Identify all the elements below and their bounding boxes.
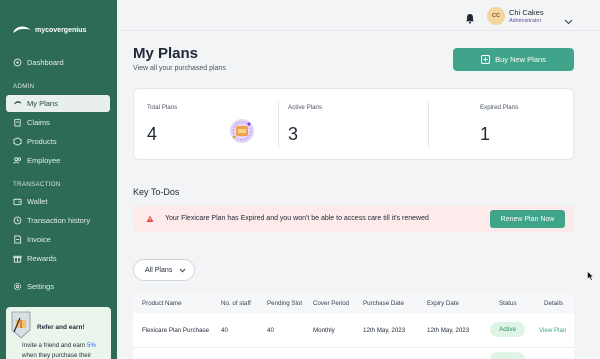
sidebar-item-label: Claims — [27, 118, 50, 127]
notification-bell-icon[interactable] — [465, 11, 475, 29]
gift-badge-icon — [11, 311, 31, 339]
column-header: No. of staff — [221, 300, 251, 307]
gift-icon — [13, 254, 22, 263]
active-plans-label: Active Plans — [288, 104, 323, 111]
section-label-transaction: TRANSACTION — [13, 181, 61, 188]
refer-title: Refer and earn! — [37, 324, 85, 331]
refer-text-prefix: Invite a friend and earn — [22, 342, 88, 349]
column-header: Cover Period — [313, 300, 350, 307]
total-plans-value: 4 — [147, 124, 158, 144]
buy-new-plans-button[interactable]: Buy New Plans — [453, 48, 574, 71]
cell-product: Flexicare Plan Purchase — [142, 327, 210, 334]
sidebar-item-invoice[interactable]: Invoice — [6, 231, 110, 248]
cell-purchase-date: 12th May, 2023 — [363, 327, 406, 334]
page-title: My Plans — [133, 45, 199, 62]
sidebar-item-dashboard[interactable]: Dashboard — [6, 54, 110, 71]
sidebar-item-label: Invoice — [27, 235, 51, 244]
row-divider — [133, 347, 574, 348]
box-icon — [13, 137, 22, 146]
status-badge-partial — [490, 352, 525, 359]
wallet-icon — [13, 197, 22, 206]
expired-plan-alert: Your Flexicare Plan has Expired and you … — [133, 206, 574, 232]
plans-table: Product Name No. of staff Pending Slot C… — [133, 294, 574, 359]
refer-text-suffix: when they purchase their — [22, 352, 92, 359]
alert-message: Your Flexicare Plan has Expired and you … — [165, 215, 429, 222]
renew-plan-button[interactable]: Renew Plan Now — [490, 210, 565, 228]
sidebar-item-label: Wallet — [27, 197, 48, 206]
history-icon — [13, 216, 22, 225]
cell-staff: 40 — [221, 327, 228, 334]
sidebar-item-label: Dashboard — [27, 58, 64, 67]
refer-text: Invite a friend and earn 5% when they pu… — [22, 341, 106, 359]
buy-new-plans-label: Buy New Plans — [495, 55, 546, 64]
status-badge: Active — [490, 322, 525, 337]
view-plan-link[interactable]: View Plan — [539, 327, 566, 334]
alert-icon — [146, 215, 154, 222]
stat-divider — [428, 101, 429, 148]
sidebar: mycovergenius Dashboard ADMIN My Plans C… — [0, 0, 117, 359]
filter-selected-value: All Plans — [145, 266, 173, 274]
sidebar-item-my-plans[interactable]: My Plans — [6, 95, 110, 112]
column-header: Purchase Date — [363, 300, 404, 307]
plus-square-icon — [481, 55, 491, 64]
chevron-down-icon[interactable] — [564, 12, 573, 30]
user-name: Chi Cakes — [509, 8, 544, 17]
clipboard-icon — [13, 118, 22, 127]
plans-illustration-icon — [230, 119, 254, 143]
todos-title: Key To-Dos — [133, 187, 180, 197]
sidebar-item-label: My Plans — [27, 99, 58, 108]
stat-divider — [278, 101, 279, 148]
page-subtitle: View all your purchased plans — [133, 65, 226, 72]
column-header: Details — [544, 300, 563, 307]
header-divider — [117, 30, 600, 31]
sidebar-item-label: Settings — [27, 282, 55, 291]
avatar[interactable]: CC — [487, 7, 505, 25]
umbrella-logo-icon — [13, 26, 31, 33]
column-header: Product Name — [142, 300, 182, 307]
sidebar-item-label: Rewards — [27, 254, 57, 263]
brand-name: mycovergenius — [35, 26, 87, 34]
column-header: Expiry Date — [427, 300, 459, 307]
expired-plans-value: 1 — [480, 124, 491, 144]
sidebar-item-rewards[interactable]: Rewards — [6, 250, 110, 267]
umbrella-icon — [13, 99, 22, 108]
expired-plans-label: Expired Plans — [480, 104, 519, 111]
sidebar-item-label: Employee — [27, 156, 61, 165]
active-plans-value: 3 — [288, 124, 299, 144]
refer-card[interactable]: Refer and earn! Invite a friend and earn… — [6, 307, 111, 359]
column-header: Status — [499, 300, 517, 307]
users-icon — [13, 156, 22, 165]
sidebar-item-employee[interactable]: Employee — [6, 152, 110, 169]
sidebar-item-wallet[interactable]: Wallet — [6, 193, 110, 210]
plans-filter-select[interactable]: All Plans — [133, 259, 195, 281]
cell-pending: 40 — [267, 327, 274, 334]
brand-logo[interactable]: mycovergenius — [12, 24, 86, 36]
sidebar-item-transaction-history[interactable]: Transaction history — [6, 212, 110, 229]
sidebar-item-products[interactable]: Products — [6, 133, 110, 150]
gear-icon — [13, 282, 22, 291]
mouse-cursor-icon — [587, 271, 594, 281]
sidebar-item-label: Transaction history — [27, 216, 91, 225]
cell-expiry-date: 12th May, 2023 — [427, 327, 470, 334]
plans-summary-card: Total Plans 4 Active Plans 3 Expired Pla… — [133, 88, 574, 160]
sidebar-item-claims[interactable]: Claims — [6, 114, 110, 131]
column-header: Pending Slot — [267, 300, 303, 307]
dashboard-icon — [13, 58, 22, 67]
invoice-icon — [13, 235, 22, 244]
cell-period: Monthly — [313, 327, 335, 334]
sidebar-item-settings[interactable]: Settings — [6, 278, 110, 295]
total-plans-label: Total Plans — [147, 104, 178, 111]
section-label-admin: ADMIN — [13, 83, 35, 90]
refer-highlight: 5% — [87, 342, 96, 349]
sidebar-item-label: Products — [27, 137, 57, 146]
chevron-down-icon — [179, 268, 186, 273]
user-role: Administrator — [509, 18, 542, 24]
